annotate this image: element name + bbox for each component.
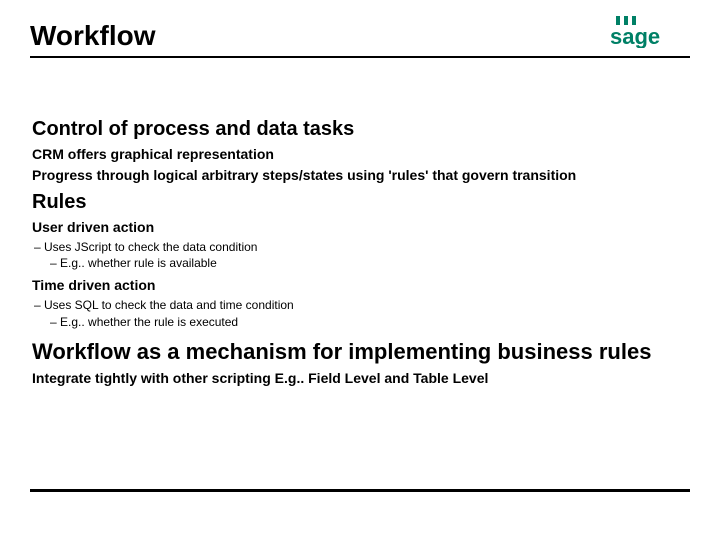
user-driven-sub2: – E.g.. whether rule is available [50,255,690,272]
section2-heading: Rules [32,191,690,214]
time-driven-sub2: – E.g.. whether the rule is executed [50,314,690,331]
user-driven-sub1: – Uses JScript to check the data conditi… [34,239,690,256]
section3-heading: Workflow as a mechanism for implementing… [32,339,690,365]
user-driven-title: User driven action [32,218,690,237]
title-underline [30,56,690,58]
slide-title: Workflow [30,20,690,52]
section1-line2: Progress through logical arbitrary steps… [32,166,690,185]
slide-content: Control of process and data tasks CRM of… [30,118,690,388]
footer-divider [30,489,690,492]
time-driven-sub1: – Uses SQL to check the data and time co… [34,297,690,314]
section1-line1: CRM offers graphical representation [32,145,690,164]
sage-logo: sage [610,14,690,53]
svg-text:sage: sage [610,24,660,48]
time-driven-title: Time driven action [32,276,690,295]
section3-line1: Integrate tightly with other scripting E… [32,369,690,388]
section1-heading: Control of process and data tasks [32,118,690,141]
